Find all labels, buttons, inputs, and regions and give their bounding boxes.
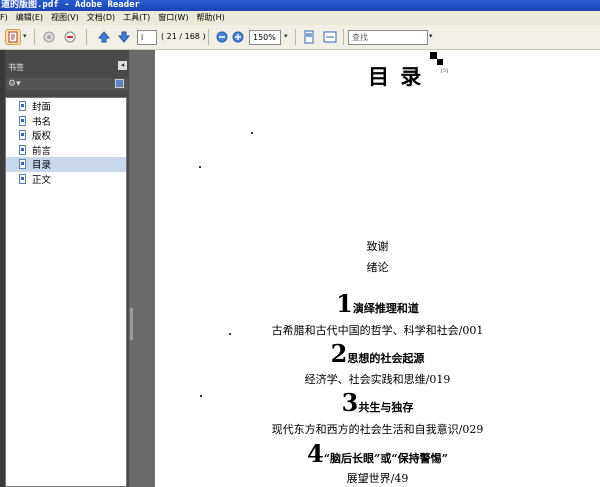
bookmark-item-cover[interactable]: 封面 <box>6 99 126 114</box>
menu-document[interactable]: 文档(D) <box>87 11 115 25</box>
zoom-dropdown-icon[interactable]: ▾ <box>284 32 288 48</box>
bookmarks-toolbar: ⚙▾ <box>6 78 128 90</box>
bookmarks-header: 书签 ◂ <box>5 59 129 75</box>
create-pdf-icon[interactable] <box>5 29 21 45</box>
splitter-grip[interactable] <box>130 308 133 340</box>
toc-acknowledgements[interactable]: 致谢 <box>155 238 600 254</box>
panel-splitter[interactable] <box>129 50 154 487</box>
page-heading: 目 录 <box>368 65 424 89</box>
bookmark-item-contents[interactable]: 目录 <box>6 157 126 172</box>
toc-chapter-1-subtitle[interactable]: 古希腊和古代中国的哲学、科学和社会/001 <box>155 322 600 338</box>
bookmark-list: 封面 书名 版权 前言 目录 正文 <box>5 97 127 487</box>
toc-chapter-1[interactable]: 1演绎推理和道 <box>155 289 600 318</box>
bookmark-page-icon <box>19 159 26 170</box>
menu-view[interactable]: 视图(V) <box>51 11 79 25</box>
bookmarks-panel: 书签 ◂ ⚙▾ 封面 书名 版权 前言 目录 正文 <box>5 50 129 487</box>
bookmark-item-book-name[interactable]: 书名 <box>6 114 126 129</box>
toc-chapter-2-subtitle[interactable]: 经济学、社会实践和思维/019 <box>155 371 600 387</box>
small-mark: [5] <box>441 68 449 74</box>
next-page-icon[interactable] <box>116 29 132 45</box>
search-input[interactable]: 查找 <box>348 30 428 45</box>
secure-icon[interactable] <box>62 29 78 45</box>
bookmark-item-main-text[interactable]: 正文 <box>6 172 126 187</box>
toolbar: ▾ i ( 21 / 168 ) 150% ▾ 查找 ▾ <box>0 25 600 50</box>
fit-page-icon[interactable] <box>301 29 317 45</box>
expand-bookmark-icon[interactable] <box>115 79 124 88</box>
bookmark-page-icon <box>19 115 26 126</box>
collaborate-icon[interactable] <box>41 29 57 45</box>
bookmark-item-copyright[interactable]: 版权 <box>6 128 126 143</box>
window-title: 道的版图.pdf - Adobe Reader <box>0 0 600 11</box>
menu-bar: F) 编辑(E) 视图(V) 文档(D) 工具(T) 窗口(W) 帮助(H) <box>0 11 600 25</box>
bookmark-page-icon <box>19 101 26 112</box>
toc-chapter-3-subtitle[interactable]: 现代东方和西方的社会生活和自我意识/029 <box>155 421 600 437</box>
menu-file[interactable]: F) <box>0 11 8 25</box>
fit-width-icon[interactable] <box>322 29 338 45</box>
document-page: 目 录 [5] 致谢 绪论 1演绎推理和道 古希腊和古代中国的哲学、科学和社会/… <box>155 50 600 487</box>
zoom-in-icon[interactable] <box>230 29 246 45</box>
search-dropdown-icon[interactable]: ▾ <box>429 32 433 48</box>
create-pdf-dropdown-icon[interactable]: ▾ <box>23 32 27 48</box>
corner-mark <box>437 59 443 65</box>
zoom-out-icon[interactable] <box>214 29 230 45</box>
toc-chapter-4[interactable]: 4“脑后长眼”或“保持警惕” <box>155 439 600 468</box>
zoom-input[interactable]: 150% <box>249 30 281 45</box>
options-gear-icon[interactable]: ⚙▾ <box>8 79 21 89</box>
toc-chapter-3[interactable]: 3共生与独存 <box>155 388 600 417</box>
toc-chapter-4-subtitle[interactable]: 展望世界/49 <box>155 470 600 486</box>
page-number-input[interactable]: i <box>137 30 157 45</box>
page-count-label: ( 21 / 168 ) <box>161 32 206 41</box>
menu-help[interactable]: 帮助(H) <box>196 11 224 25</box>
corner-mark <box>430 52 437 59</box>
menu-window[interactable]: 窗口(W) <box>158 11 188 25</box>
menu-tools[interactable]: 工具(T) <box>123 11 150 25</box>
toc-introduction[interactable]: 绪论 <box>155 259 600 275</box>
menu-edit[interactable]: 编辑(E) <box>16 11 43 25</box>
previous-page-icon[interactable] <box>96 29 112 45</box>
bookmarks-title: 书签 <box>8 63 24 72</box>
bookmark-page-icon <box>19 173 26 184</box>
bookmark-page-icon <box>19 144 26 155</box>
bookmark-page-icon <box>19 130 26 141</box>
bookmark-item-preface[interactable]: 前言 <box>6 143 126 158</box>
toc-chapter-2[interactable]: 2思想的社会起源 <box>155 339 600 368</box>
collapse-panel-icon[interactable]: ◂ <box>118 61 127 70</box>
